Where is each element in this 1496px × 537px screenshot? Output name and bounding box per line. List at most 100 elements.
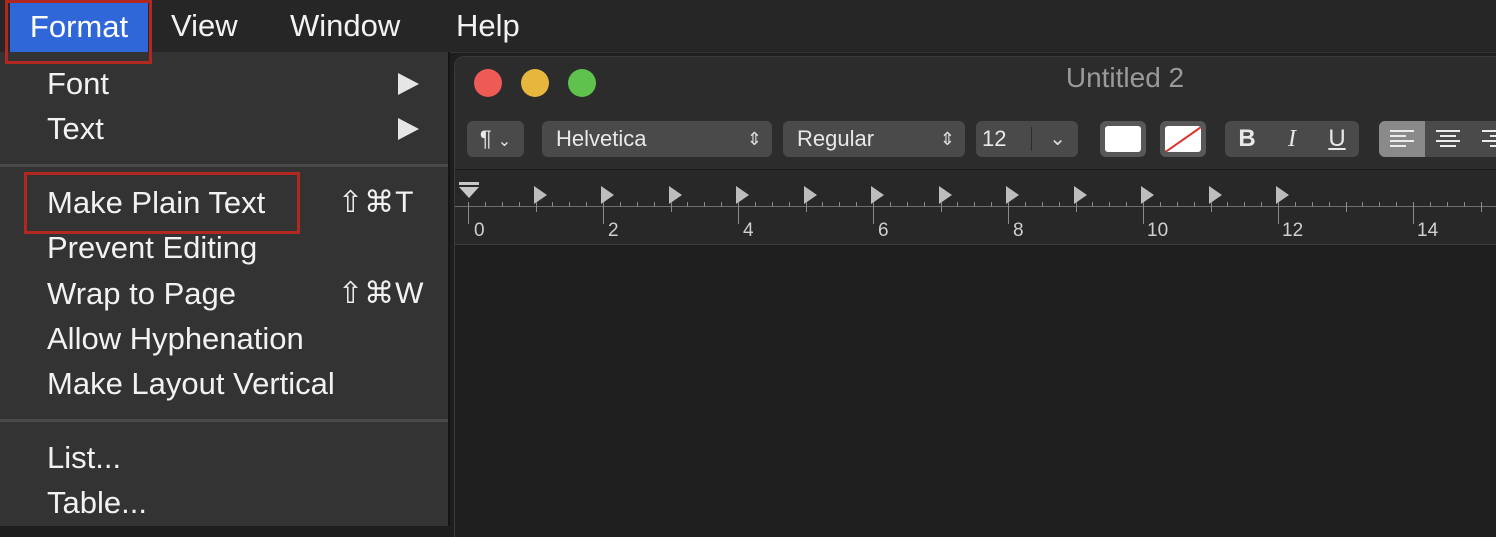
ruler-tick [940, 202, 942, 212]
font-family-popup[interactable]: Helvetica ⇕ [542, 121, 772, 157]
format-menu: Font Text Make Plain Text ⇧⌘T Prevent Ed… [0, 52, 450, 526]
submenu-arrow-icon [398, 118, 419, 140]
text-color-button[interactable] [1100, 121, 1146, 157]
paragraph-icon: ¶ [479, 126, 492, 151]
menu-window[interactable]: Window [290, 0, 400, 52]
ruler-tick [873, 202, 874, 224]
ruler-tick [1345, 202, 1347, 212]
ruler-tick [1210, 202, 1212, 212]
up-down-chevron-icon: ⇕ [939, 129, 955, 149]
alignment-group [1379, 121, 1496, 157]
menu-item-font[interactable]: Font [47, 64, 109, 104]
ruler-tick [1480, 202, 1482, 212]
text-color-swatch [1105, 126, 1141, 152]
ruler-tick [1244, 202, 1246, 207]
ruler-tick [1463, 202, 1465, 207]
menu-item-prevent-editing[interactable]: Prevent Editing [47, 228, 257, 268]
up-down-chevron-icon: ⇕ [746, 129, 762, 149]
indent-marker-icon[interactable] [458, 180, 480, 202]
menu-item-table[interactable]: Table... [47, 483, 147, 523]
divider [1031, 127, 1032, 151]
ruler-tick [704, 202, 706, 207]
ruler-tick [906, 202, 908, 207]
align-center-icon [1436, 130, 1460, 150]
menu-item-allow-hyphenation[interactable]: Allow Hyphenation [47, 319, 304, 359]
ruler-tick [653, 202, 655, 207]
ruler-tick [1379, 202, 1381, 207]
align-right-button[interactable] [1471, 121, 1496, 157]
align-left-icon [1390, 130, 1414, 150]
ruler-tick [468, 202, 469, 224]
menu-item-wrap-to-page[interactable]: Wrap to Page [47, 274, 236, 314]
ruler-tick [687, 202, 689, 207]
ruler-tick [788, 202, 790, 207]
ruler-tick [1328, 202, 1330, 207]
ruler-tick [1261, 202, 1263, 207]
align-left-button[interactable] [1379, 121, 1425, 157]
ruler-tick [518, 202, 520, 207]
ruler-tick [1227, 202, 1229, 207]
ruler-tick [1058, 202, 1060, 207]
ruler-tick [957, 202, 959, 207]
background-color-button[interactable] [1160, 121, 1206, 157]
ruler-tick [603, 202, 604, 224]
ruler-label: 14 [1417, 220, 1439, 241]
font-size-combo[interactable]: 12 ⌄ [976, 121, 1078, 157]
chevron-down-icon: ⌄ [497, 133, 512, 150]
menu-separator [0, 419, 448, 422]
ruler-tick [569, 202, 571, 207]
ruler-tick [923, 202, 925, 207]
ruler-tick [1294, 202, 1296, 207]
menu-item-make-layout-vertical[interactable]: Make Layout Vertical [47, 364, 335, 404]
ruler-tick [1041, 202, 1043, 207]
no-color-swatch [1165, 126, 1201, 152]
ruler-baseline [455, 206, 1496, 207]
ruler-tick [1429, 202, 1431, 207]
menu-item-text[interactable]: Text [47, 109, 104, 149]
menu-help[interactable]: Help [456, 0, 520, 52]
ruler-tick [805, 202, 807, 212]
align-right-icon [1482, 130, 1496, 150]
ruler-tick [1075, 202, 1077, 212]
ruler-label: 2 [608, 220, 619, 241]
window-title: Untitled 2 [1065, 62, 1185, 93]
typeface-popup[interactable]: Regular ⇕ [783, 121, 965, 157]
text-style-group: B I U [1225, 121, 1359, 157]
underline-button[interactable]: U [1315, 121, 1359, 157]
bold-button[interactable]: B [1225, 121, 1269, 157]
ruler-tick [1362, 202, 1364, 207]
ruler-label: 8 [1013, 220, 1024, 241]
ruler-tick [670, 202, 672, 212]
menu-bar: Format View Window Help [0, 0, 1496, 54]
align-center-button[interactable] [1425, 121, 1471, 157]
ruler-tick [619, 202, 621, 207]
paragraph-style-button[interactable]: ¶ ⌄ [467, 121, 524, 157]
menu-item-list[interactable]: List... [47, 438, 121, 478]
ruler-tick [636, 202, 638, 207]
menu-item-make-plain-text[interactable]: Make Plain Text [47, 183, 265, 223]
shortcut-make-plain-text: ⇧⌘T [338, 186, 415, 219]
ruler[interactable]: 0 2 4 6 8 10 12 14 [455, 170, 1496, 245]
ruler-tick [1446, 202, 1448, 207]
ruler-tick [1092, 202, 1094, 207]
menu-view[interactable]: View [171, 0, 238, 52]
ruler-tick [738, 202, 739, 224]
ruler-label: 4 [743, 220, 754, 241]
italic-button[interactable]: I [1270, 121, 1314, 157]
ruler-tick [856, 202, 858, 207]
ruler-tick [1159, 202, 1161, 207]
ruler-tick [721, 202, 723, 207]
ruler-label: 10 [1147, 220, 1169, 241]
ruler-tick [1109, 202, 1111, 207]
ruler-tick [1126, 202, 1128, 207]
ruler-tick [535, 202, 537, 212]
chevron-down-icon[interactable]: ⌄ [1049, 121, 1066, 157]
ruler-label: 6 [878, 220, 889, 241]
document-window: Untitled 2 ¶ ⌄ Helvetica ⇕ Regular ⇕ 12 … [454, 56, 1496, 537]
document-body[interactable] [455, 245, 1496, 537]
shortcut-wrap-to-page: ⇧⌘W [338, 277, 425, 310]
menu-separator [0, 164, 448, 167]
ruler-tick [991, 202, 993, 207]
font-size-value[interactable]: 12 [982, 126, 1006, 151]
menu-format[interactable]: Format [10, 2, 148, 54]
